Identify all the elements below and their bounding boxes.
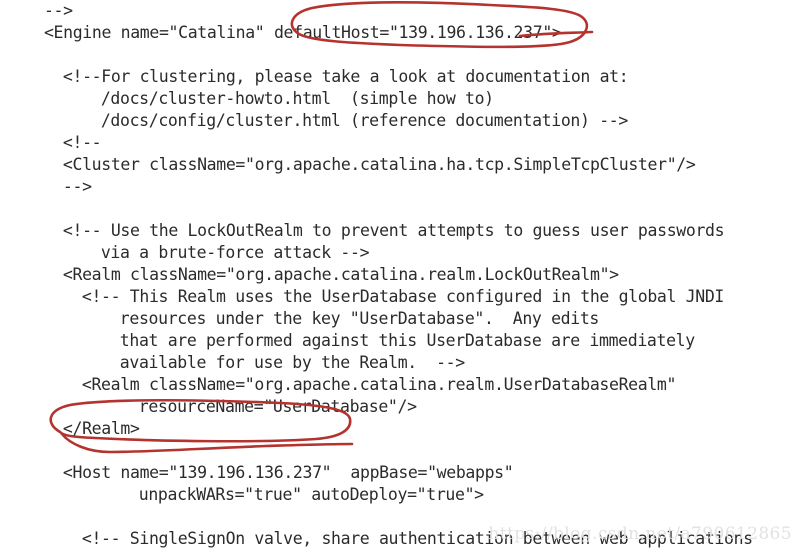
code-line: /docs/cluster-howto.html (simple how to) bbox=[100, 89, 494, 108]
code-line: <Realm className="org.apache.catalina.re… bbox=[81, 375, 677, 394]
site-watermark: https://blog.csdn.net/a790612865 bbox=[488, 524, 792, 544]
screenshot-root: --> <Engine name="Catalina" defaultHost="… bbox=[0, 0, 798, 548]
code-editor-text-area[interactable]: --> <Engine name="Catalina" defaultHost="… bbox=[0, 0, 798, 548]
code-line: that are performed against this UserData… bbox=[119, 331, 695, 350]
code-line: <Engine name="Catalina" defaultHost="139… bbox=[43, 23, 562, 42]
code-line: <Cluster className="org.apache.catalina.… bbox=[62, 155, 696, 174]
code-line: <!--For clustering, please take a look a… bbox=[62, 67, 629, 86]
code-line: resourceName="UserDatabase"/> bbox=[138, 397, 417, 416]
code-line: --> bbox=[62, 177, 92, 196]
code-line: /docs/config/cluster.html (reference doc… bbox=[100, 111, 628, 130]
code-line: <Realm className="org.apache.catalina.re… bbox=[62, 265, 619, 284]
code-line: resources under the key "UserDatabase". … bbox=[119, 309, 600, 328]
code-line: <!-- This Realm uses the UserDatabase co… bbox=[81, 287, 724, 306]
code-line: <!-- bbox=[62, 133, 102, 152]
code-line: <!-- Use the LockOutRealm to prevent att… bbox=[62, 221, 725, 240]
code-line: --> bbox=[43, 1, 73, 20]
code-line: </Realm> bbox=[62, 419, 140, 438]
code-line: <Host name="139.196.136.237" appBase="we… bbox=[62, 463, 514, 482]
code-line: via a brute-force attack --> bbox=[100, 243, 370, 262]
code-line: unpackWARs="true" autoDeploy="true"> bbox=[138, 485, 484, 504]
code-line: available for use by the Realm. --> bbox=[119, 353, 465, 372]
